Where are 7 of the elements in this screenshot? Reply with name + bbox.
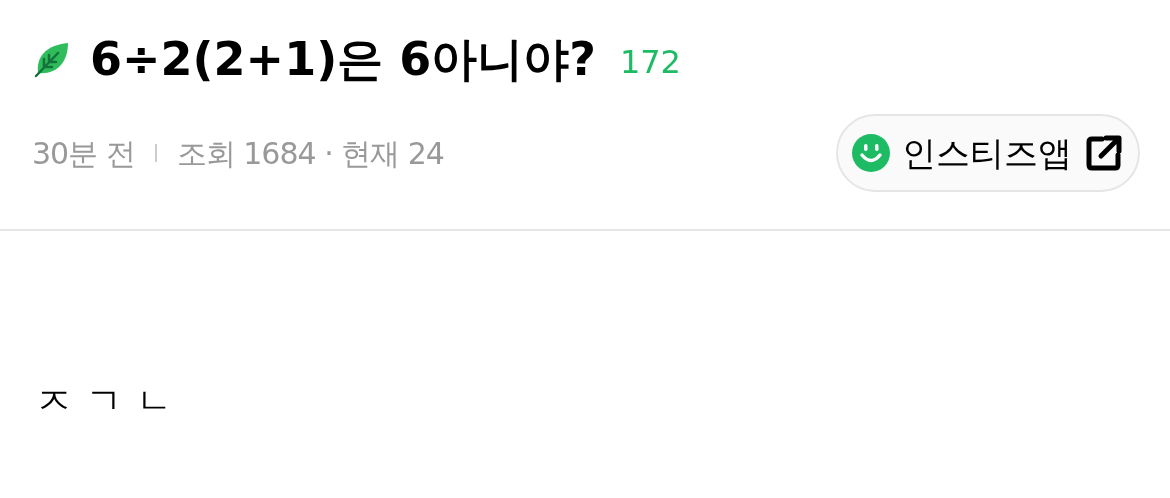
external-link-icon — [1084, 133, 1124, 173]
post-title: 6÷2(2+1)은 6아니야? — [90, 36, 596, 82]
app-link-button[interactable]: 인스티즈앱 — [836, 114, 1140, 192]
post-body: ㅈㄱㄴ — [36, 380, 186, 421]
post-time: 30분 전 — [32, 134, 135, 173]
smiley-icon — [852, 134, 890, 172]
view-stats: 조회 1684 · 현재 24 — [176, 134, 444, 173]
